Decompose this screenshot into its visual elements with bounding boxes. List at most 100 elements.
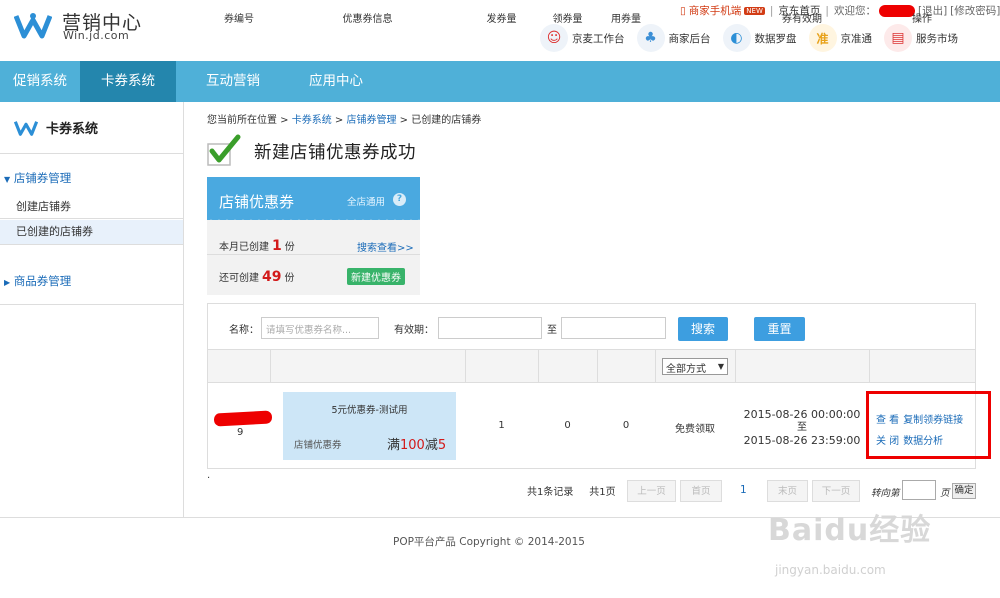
coupon-summary-card: 店铺优惠券 全店通用 ? 本月已创建 1 份 搜索查看>> 还可创建 49 份 新建优惠… xyxy=(207,177,420,295)
tool-label: 数据罗盘 xyxy=(754,32,797,45)
tool-service-market[interactable]: ▤ 服务市场 xyxy=(884,24,958,52)
next-page-button[interactable]: 下一页 xyxy=(812,480,860,502)
logo-subtitle: Win.jd.com xyxy=(63,29,130,42)
coupon-system-icon xyxy=(14,120,38,136)
validity-label: 有效期： xyxy=(394,325,434,336)
breadcrumb-coupon-system[interactable]: 卡券系统 xyxy=(292,115,332,126)
col-validity: 券有效期 xyxy=(782,14,822,25)
tool-merchant-backend[interactable]: ♣ 商家后台 xyxy=(636,24,711,52)
sidebar-title: 卡券系统 xyxy=(46,122,99,137)
claimed-count: 0 xyxy=(564,420,571,431)
valid-from: 2015-08-26 00:00:00 xyxy=(743,408,861,421)
sidebar-group-store-coupons[interactable]: ▼ 店铺券管理 xyxy=(4,170,71,186)
goto-confirm-button[interactable]: 确定 xyxy=(952,483,976,499)
sidebar-group-product-coupons[interactable]: ▶ 商品券管理 xyxy=(4,273,71,289)
compass-icon: ◐ xyxy=(722,24,751,52)
coupon-name-input[interactable]: 请填写优惠券名称... xyxy=(261,317,379,339)
breadcrumb-prefix: 您当前所在位置 > xyxy=(207,115,292,126)
sidebar-header: 卡券系统 xyxy=(0,102,183,154)
prev-page-button[interactable]: 上一页 xyxy=(627,480,676,502)
nav-promotion[interactable]: 促销系统 xyxy=(0,61,80,102)
tool-label: 商家后台 xyxy=(668,32,711,45)
coupon-type: 店铺优惠券 xyxy=(294,440,342,451)
store-icon: ▤ xyxy=(884,24,912,52)
watermark: Baidu经验 xyxy=(768,513,932,548)
created-label: 本月已创建 xyxy=(219,242,269,253)
tool-label: 服务市场 xyxy=(916,32,958,45)
watermark-url: jingyan.baidu.com xyxy=(775,563,886,577)
sidebar-item-created-coupons[interactable]: 已创建的店铺券 xyxy=(0,220,183,244)
tool-label: 京准通 xyxy=(840,32,873,45)
used-count: 0 xyxy=(622,420,630,431)
group-icon: ♣ xyxy=(636,24,665,52)
created-count-row: 本月已创建 1 份 xyxy=(219,238,295,254)
last-page-button[interactable]: 末页 xyxy=(767,480,808,502)
goto-page-input[interactable] xyxy=(902,480,936,500)
zhun-icon: 准 xyxy=(808,24,837,52)
chevron-down-icon: ▼ xyxy=(717,362,724,371)
to-label: 至 xyxy=(547,325,557,336)
reset-button[interactable]: 重置 xyxy=(754,317,805,341)
nav-coupon-system[interactable]: 卡券系统 xyxy=(80,61,176,102)
tool-links: ☺ 京麦工作台 ♣ 商家后台 ◐ 数据罗盘 准京准通 ▤ 服务市场 xyxy=(540,24,970,52)
tool-jingzhuntong[interactable]: 准京准通 xyxy=(808,24,873,52)
remain-count: 49 xyxy=(262,269,282,285)
breadcrumb-store-coupon-mgmt[interactable]: 店铺券管理 xyxy=(347,115,397,126)
method-select-value: 全部方式 xyxy=(666,364,706,375)
card-scallop xyxy=(207,217,420,223)
breadcrumb: 您当前所在位置 > 卡券系统 > 店铺券管理 > 已创建的店铺券 xyxy=(207,111,481,126)
tool-jingmai[interactable]: ☺ 京麦工作台 xyxy=(540,24,625,52)
amount-min: 100 xyxy=(400,438,425,453)
unit: 份 xyxy=(284,242,295,253)
valid-from-input[interactable] xyxy=(438,317,542,339)
remain-count-row: 还可创建 49 份 xyxy=(219,269,294,285)
remain-label: 还可创建 xyxy=(219,273,259,284)
valid-to-word: 至 xyxy=(797,422,807,433)
main-nav: 促销系统 卡券系统 互动营销 应用中心 xyxy=(0,61,1000,102)
breadcrumb-sep: > xyxy=(331,115,347,126)
jingmai-icon: ☺ xyxy=(540,24,568,52)
phone-icon: ▯ xyxy=(680,4,686,17)
goto-label: 转向第 xyxy=(871,488,900,499)
caret-down-icon: ▼ xyxy=(4,175,11,184)
caret-right-icon: ▶ xyxy=(4,278,11,287)
mobile-link[interactable]: 商家手机端 xyxy=(689,3,742,18)
pager-summary: 共1条记录 共1页 xyxy=(527,483,616,498)
nav-interactive-marketing[interactable]: 互动营销 xyxy=(176,61,283,102)
col-coupon-info: 优惠券信息 xyxy=(342,14,393,25)
current-page[interactable]: 1 xyxy=(740,484,747,496)
search-button[interactable]: 搜索 xyxy=(678,317,728,341)
method-select[interactable]: 全部方式 ▼ xyxy=(662,358,728,375)
new-coupon-button[interactable]: 新建优惠券 xyxy=(347,268,405,285)
amount-mid: 减 xyxy=(424,438,438,453)
group-label: 商品券管理 xyxy=(13,274,72,288)
name-label: 名称： xyxy=(229,325,259,336)
breadcrumb-sep: > xyxy=(396,115,412,126)
col-claimed: 领券量 xyxy=(552,14,583,25)
amount-off: 5 xyxy=(437,438,447,453)
sidebar: 卡券系统 ▼ 店铺券管理 创建店铺券 已创建的店铺券 ▶ 商品券管理 xyxy=(0,102,184,517)
coupon-id: 9 xyxy=(237,427,244,438)
page-label: 页 xyxy=(940,488,950,499)
group-label: 店铺券管理 xyxy=(13,171,72,185)
help-icon[interactable]: ? xyxy=(393,193,406,206)
col-issued: 发券量 xyxy=(486,14,517,25)
search-view-link[interactable]: 搜索查看>> xyxy=(357,239,414,254)
sidebar-item-create-store-coupon[interactable]: 创建店铺券 xyxy=(0,195,183,219)
table-header xyxy=(208,349,975,383)
col-actions: 操作 xyxy=(912,14,932,25)
total-records: 共1条记录 xyxy=(527,487,574,498)
col-coupon-id: 券编号 xyxy=(224,14,254,25)
issued-count: 1 xyxy=(498,420,505,431)
page-title: 新建店铺优惠券成功 xyxy=(254,143,416,163)
stray-dot: . xyxy=(207,470,211,481)
tool-data-compass[interactable]: ◐ 数据罗盘 xyxy=(722,24,797,52)
nav-app-center[interactable]: 应用中心 xyxy=(283,61,389,102)
valid-to-input[interactable] xyxy=(561,317,666,339)
first-page-button[interactable]: 首页 xyxy=(680,480,722,502)
amount-prefix: 满 xyxy=(387,438,401,453)
tool-label: 京麦工作台 xyxy=(572,32,625,45)
created-count: 1 xyxy=(272,238,282,254)
col-used: 用券量 xyxy=(611,14,641,25)
card-scope: 全店通用 xyxy=(347,197,386,208)
